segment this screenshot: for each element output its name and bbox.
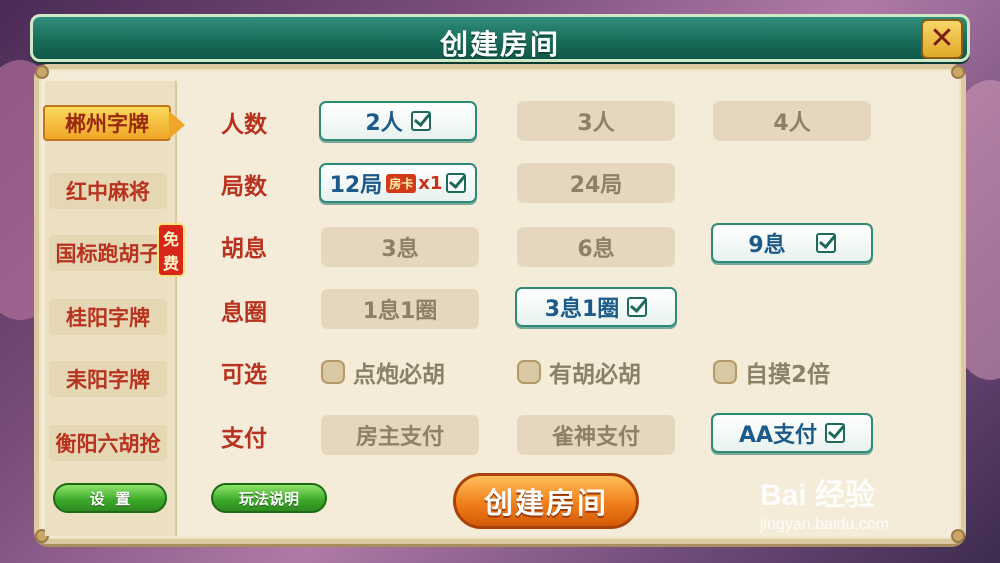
- baidu-jingyan-watermark: Bai 经验 jingyan.baidu.com: [760, 470, 889, 534]
- checkbox-checked-icon: [446, 173, 467, 193]
- option-label: 3息1圈: [544, 297, 620, 322]
- close-button[interactable]: ✕: [921, 19, 963, 59]
- checkbox-checked-icon: [825, 423, 846, 443]
- sidebar-item-hongzhong-majiang[interactable]: 红中麻将: [49, 173, 167, 209]
- xiquan-label: 息圈: [221, 300, 267, 326]
- sidebar-item-guobiao-paohuzi[interactable]: 国标跑胡子 免费: [49, 223, 186, 277]
- huxi-label: 胡息: [221, 236, 267, 262]
- option-label: 3息: [381, 237, 419, 262]
- payment-label: 支付: [221, 426, 267, 452]
- button-label: 玩法说明: [238, 489, 299, 508]
- settings-button[interactable]: 设 置: [53, 483, 167, 513]
- option-queshen-pay[interactable]: 雀神支付: [517, 415, 675, 455]
- checkbox-unchecked-icon: [321, 360, 345, 384]
- watermark-url: jingyan.baidu.com: [760, 516, 889, 533]
- option-label: 1息1圈: [362, 299, 438, 324]
- corner-ornament: [951, 529, 965, 543]
- sidebar-item-label: 郴州字牌: [65, 112, 149, 136]
- checkbox-unchecked-icon: [517, 360, 541, 384]
- option-label: 点炮必胡: [353, 362, 445, 388]
- checkbox-unchecked-icon: [713, 360, 737, 384]
- watermark-logo: Bai 经验: [760, 479, 876, 512]
- option-label: 9息: [748, 233, 786, 258]
- option-2-players[interactable]: 2人: [319, 101, 477, 141]
- optional-label: 可选: [221, 362, 267, 388]
- dialog-titlebar: 创建房间 ✕: [30, 14, 970, 62]
- option-label: 房主支付: [355, 425, 444, 450]
- option-12-rounds[interactable]: 12局 房卡 x1: [319, 163, 477, 203]
- button-label: 设 置: [89, 489, 131, 508]
- sidebar-item-leiyang-zipai[interactable]: 耒阳字牌: [49, 361, 167, 397]
- option-3-players[interactable]: 3人: [517, 101, 675, 141]
- sidebar-item-label: 衡阳六胡抢: [55, 432, 161, 456]
- option-zimo-2bei[interactable]: 自摸2倍: [713, 355, 830, 389]
- button-label: 创建房间: [483, 486, 608, 520]
- card-multiplier: x1: [418, 172, 443, 194]
- sidebar-item-label: 桂阳字牌: [66, 306, 150, 330]
- rounds-label: 局数: [221, 174, 267, 200]
- option-label: 24局: [569, 173, 623, 198]
- option-label: 12局: [329, 173, 383, 198]
- corner-ornament: [951, 65, 965, 79]
- option-label: AA支付: [738, 423, 818, 448]
- option-4-players[interactable]: 4人: [713, 101, 871, 141]
- option-label: 雀神支付: [551, 425, 640, 450]
- option-label: 2人: [365, 111, 403, 136]
- option-label: 6息: [577, 237, 615, 262]
- option-1xi-1quan[interactable]: 1息1圈: [321, 289, 479, 329]
- option-label: 3人: [577, 111, 615, 136]
- option-label: 4人: [773, 111, 811, 136]
- sidebar-item-guiyang-zipai[interactable]: 桂阳字牌: [49, 299, 167, 335]
- option-aa-pay[interactable]: AA支付: [711, 413, 873, 453]
- checkbox-checked-icon: [815, 233, 836, 253]
- option-3-xi[interactable]: 3息: [321, 227, 479, 267]
- sidebar-item-hengyang-liuhuqiang[interactable]: 衡阳六胡抢: [49, 425, 167, 461]
- corner-ornament: [35, 65, 49, 79]
- dialog-title: 创建房间: [439, 28, 560, 61]
- close-icon: ✕: [929, 21, 955, 56]
- option-youhu-bihu[interactable]: 有胡必胡: [517, 355, 641, 389]
- option-24-rounds[interactable]: 24局: [517, 163, 675, 203]
- checkbox-checked-icon: [410, 111, 431, 131]
- sidebar-item-chenzhou-zipai[interactable]: 郴州字牌: [43, 105, 185, 141]
- option-3xi-1quan[interactable]: 3息1圈: [515, 287, 677, 327]
- sidebar-item-label: 红中麻将: [66, 180, 150, 204]
- free-badge: 免费: [157, 223, 186, 277]
- option-6-xi[interactable]: 6息: [517, 227, 675, 267]
- game-list-sidebar: 郴州字牌 红中麻将 国标跑胡子 免费 桂阳字牌 耒阳字牌 衡阳六胡抢: [43, 81, 186, 536]
- option-label: 自摸2倍: [745, 362, 831, 388]
- players-label: 人数: [221, 112, 267, 138]
- sidebar-item-label: 耒阳字牌: [66, 368, 150, 392]
- option-label: 有胡必胡: [549, 362, 641, 388]
- rules-button[interactable]: 玩法说明: [211, 483, 327, 513]
- option-host-pay[interactable]: 房主支付: [321, 415, 479, 455]
- room-card-tag: 房卡: [386, 173, 417, 193]
- option-dianpao-bihu[interactable]: 点炮必胡: [321, 355, 445, 389]
- checkbox-checked-icon: [627, 297, 648, 317]
- create-room-button[interactable]: 创建房间: [453, 473, 639, 529]
- sidebar-item-label: 国标跑胡子: [55, 242, 161, 266]
- option-9-xi[interactable]: 9息: [711, 223, 873, 263]
